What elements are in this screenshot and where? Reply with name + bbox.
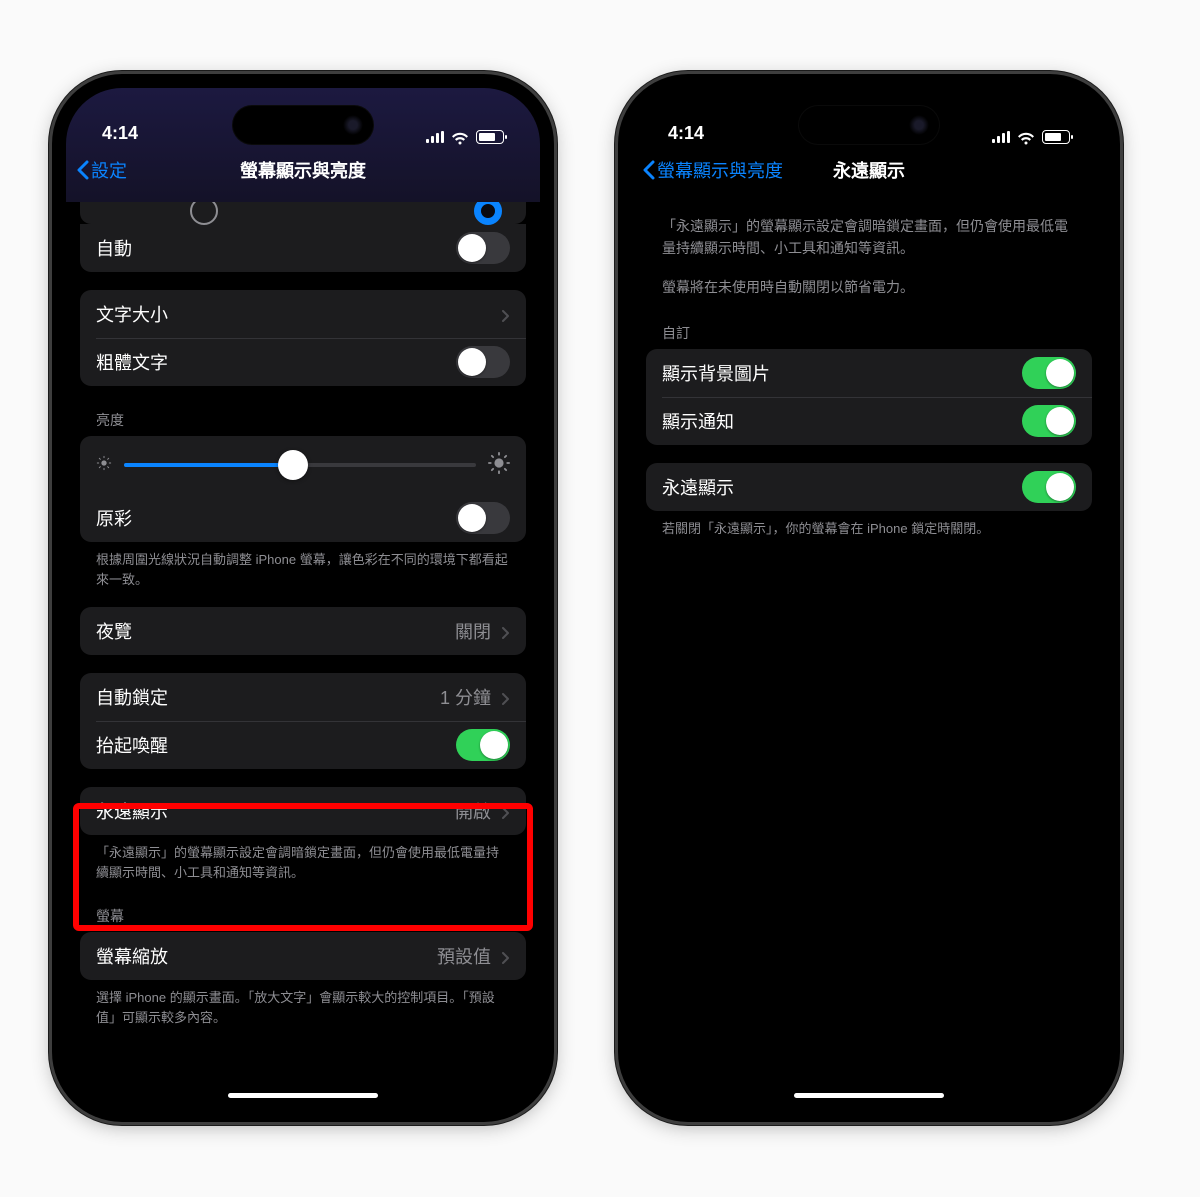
page-title: 永遠顯示 [833, 157, 905, 183]
sun-small-icon [96, 455, 112, 476]
wifi-icon [1017, 130, 1035, 144]
label-auto-lock: 自動鎖定 [96, 684, 430, 710]
row-true-tone[interactable]: 原彩 [80, 494, 526, 542]
brightness-slider[interactable] [124, 463, 476, 467]
label-always-on-master: 永遠顯示 [662, 474, 1012, 500]
status-time: 4:14 [668, 123, 704, 144]
row-automatic[interactable]: 自動 [80, 224, 526, 272]
battery-icon [1042, 130, 1070, 144]
chevron-right-icon [501, 307, 510, 321]
dynamic-island [233, 106, 373, 144]
row-display-zoom[interactable]: 螢幕縮放 預設值 [80, 932, 526, 980]
phone-right: 4:14 螢幕顯示與亮度 永遠顯示 「永遠顯示」的螢幕顯示設定會調暗鎖定畫面，但… [618, 74, 1120, 1122]
battery-icon [476, 130, 504, 144]
back-button[interactable]: 設定 [66, 157, 127, 183]
footer-true-tone: 根據周圍光線狀況自動調整 iPhone 螢幕，讓色彩在不同的環境下都看起來一致。 [80, 542, 526, 589]
radio-unselected-icon [190, 202, 218, 225]
label-show-wallpaper: 顯示背景圖片 [662, 360, 1012, 386]
toggle-always-on-master[interactable] [1022, 471, 1076, 503]
row-always-on[interactable]: 永遠顯示 開啟 [80, 787, 526, 835]
status-time: 4:14 [102, 123, 138, 144]
nav-bar: 螢幕顯示與亮度 永遠顯示 [632, 146, 1106, 194]
desc-paragraph-2: 螢幕將在未使用時自動關閉以節省電力。 [646, 259, 1092, 299]
label-show-notifications: 顯示通知 [662, 408, 1012, 434]
row-text-size[interactable]: 文字大小 [80, 290, 526, 338]
cellular-icon [992, 131, 1010, 143]
desc-paragraph-1: 「永遠顯示」的螢幕顯示設定會調暗鎖定畫面，但仍會使用最低電量持續顯示時間、小工具… [646, 194, 1092, 259]
row-always-on-master[interactable]: 永遠顯示 [646, 463, 1092, 511]
home-indicator[interactable] [794, 1093, 944, 1098]
value-always-on: 開啟 [455, 798, 491, 824]
toggle-show-notifications[interactable] [1022, 405, 1076, 437]
toggle-automatic[interactable] [456, 232, 510, 264]
nav-bar: 設定 螢幕顯示與亮度 [66, 146, 540, 194]
label-always-on: 永遠顯示 [96, 798, 445, 824]
chevron-right-icon [501, 624, 510, 638]
row-show-notifications[interactable]: 顯示通知 [646, 397, 1092, 445]
back-label: 螢幕顯示與亮度 [657, 157, 783, 183]
page-title: 螢幕顯示與亮度 [240, 157, 366, 183]
footer-always-on-master: 若關閉「永遠顯示」，你的螢幕會在 iPhone 鎖定時關閉。 [646, 511, 1092, 539]
row-brightness-slider[interactable] [80, 436, 526, 494]
toggle-bold-text[interactable] [456, 346, 510, 378]
back-button[interactable]: 螢幕顯示與亮度 [632, 157, 783, 183]
label-raise-to-wake: 抬起喚醒 [96, 732, 446, 758]
header-custom: 自訂 [646, 299, 1092, 349]
chevron-right-icon [501, 690, 510, 704]
home-indicator[interactable] [228, 1093, 378, 1098]
value-auto-lock: 1 分鐘 [440, 684, 491, 710]
chevron-right-icon [501, 804, 510, 818]
back-label: 設定 [91, 157, 127, 183]
chevron-left-icon [76, 160, 89, 180]
footer-display-zoom: 選擇 iPhone 的顯示畫面。「放大文字」會顯示較大的控制項目。「預設值」可顯… [80, 980, 526, 1027]
wifi-icon [451, 130, 469, 144]
chevron-right-icon [501, 949, 510, 963]
dynamic-island [799, 106, 939, 144]
row-raise-to-wake[interactable]: 抬起喚醒 [80, 721, 526, 769]
footer-always-on: 「永遠顯示」的螢幕顯示設定會調暗鎖定畫面，但仍會使用最低電量持續顯示時間、小工具… [80, 835, 526, 882]
label-automatic: 自動 [96, 235, 446, 261]
row-night-shift[interactable]: 夜覽 關閉 [80, 607, 526, 655]
group-always-on: 永遠顯示 開啟 [80, 787, 526, 835]
value-night-shift: 關閉 [455, 618, 491, 644]
radio-selected-icon [474, 202, 502, 225]
label-display-zoom: 螢幕縮放 [96, 943, 427, 969]
toggle-true-tone[interactable] [456, 502, 510, 534]
header-screen: 螢幕 [80, 882, 526, 932]
cellular-icon [426, 131, 444, 143]
value-display-zoom: 預設值 [437, 943, 491, 969]
label-bold-text: 粗體文字 [96, 349, 446, 375]
appearance-picker-peek[interactable] [80, 202, 526, 224]
toggle-show-wallpaper[interactable] [1022, 357, 1076, 389]
header-brightness: 亮度 [80, 386, 526, 436]
label-text-size: 文字大小 [96, 301, 491, 327]
row-show-wallpaper[interactable]: 顯示背景圖片 [646, 349, 1092, 397]
row-auto-lock[interactable]: 自動鎖定 1 分鐘 [80, 673, 526, 721]
label-true-tone: 原彩 [96, 505, 446, 531]
row-bold-text[interactable]: 粗體文字 [80, 338, 526, 386]
sun-large-icon [488, 452, 510, 479]
toggle-raise-to-wake[interactable] [456, 729, 510, 761]
phone-left: 4:14 設定 螢幕顯示與亮度 [52, 74, 554, 1122]
label-night-shift: 夜覽 [96, 618, 445, 644]
chevron-left-icon [642, 160, 655, 180]
